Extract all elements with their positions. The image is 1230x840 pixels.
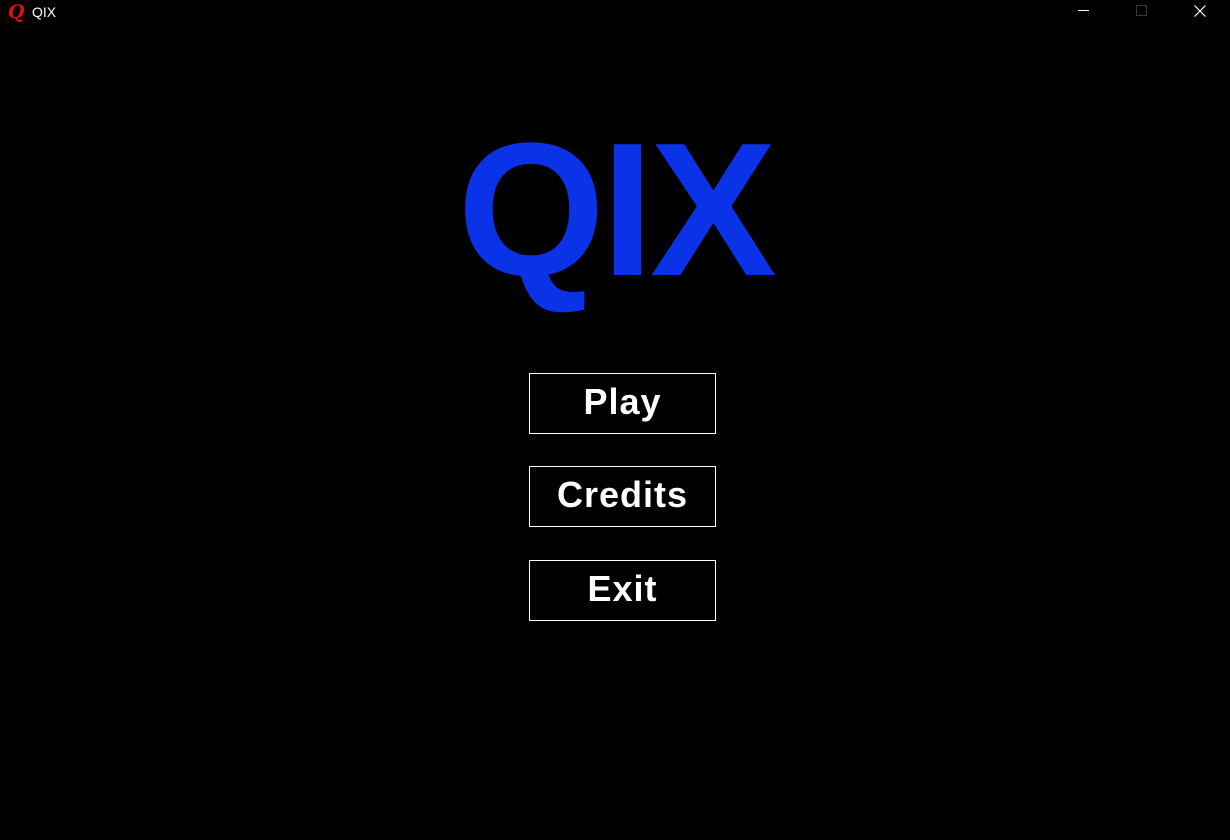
game-logo: QIX <box>457 104 776 316</box>
maximize-button[interactable] <box>1118 0 1164 24</box>
minimize-icon <box>1078 10 1089 11</box>
play-button[interactable]: Play <box>529 373 716 434</box>
title-bar[interactable]: Q QIX <box>0 0 1230 24</box>
maximize-icon <box>1136 5 1147 16</box>
qix-app-icon: Q <box>8 1 25 23</box>
close-button[interactable] <box>1176 0 1222 24</box>
window-title: QIX <box>32 4 57 20</box>
credits-button[interactable]: Credits <box>529 466 716 527</box>
close-icon <box>1194 5 1206 17</box>
game-window: Q QIX QIX Play Credits Exit <box>0 0 1230 840</box>
exit-button[interactable]: Exit <box>529 560 716 621</box>
minimize-button[interactable] <box>1060 0 1106 24</box>
